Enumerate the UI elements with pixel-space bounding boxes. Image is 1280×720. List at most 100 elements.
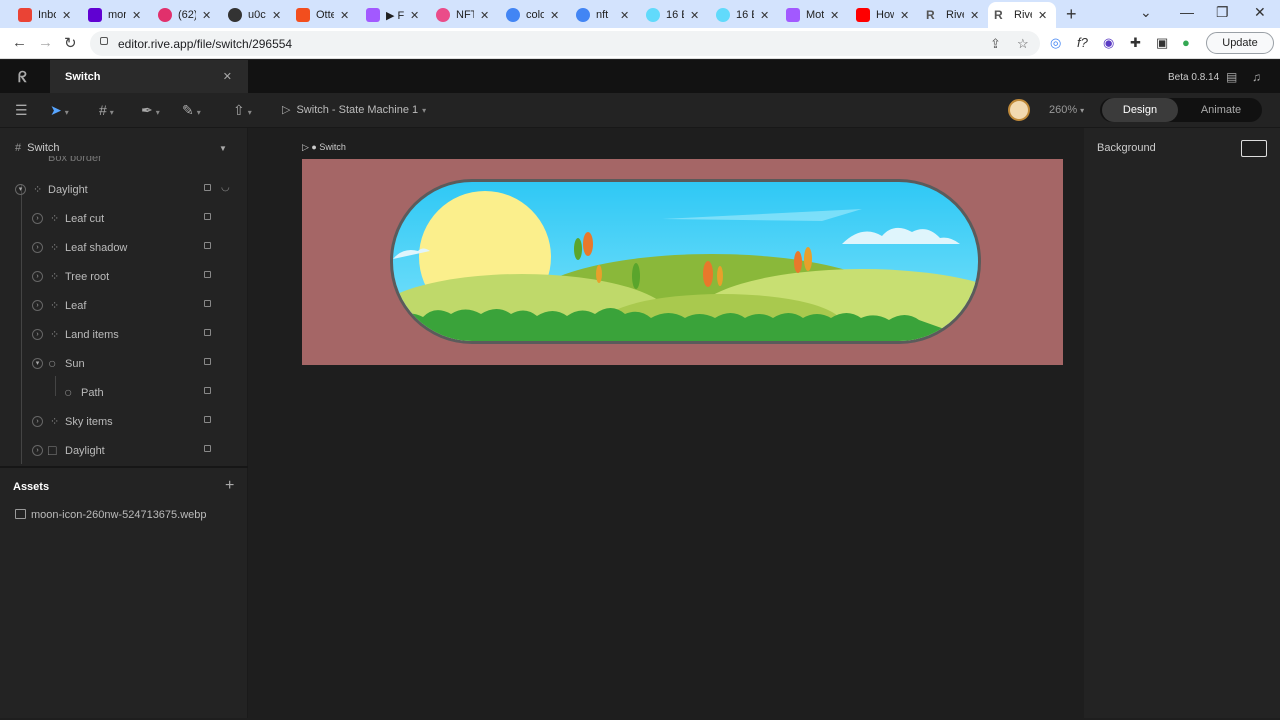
stage-canvas[interactable]: ▷ ● Switch <box>249 128 1083 718</box>
profile-avatar[interactable]: ● <box>1182 35 1190 50</box>
background-color-swatch[interactable] <box>1241 140 1267 157</box>
lock-icon[interactable] <box>204 445 211 452</box>
maximize-icon[interactable]: ❐ <box>1216 4 1229 21</box>
lock-icon[interactable] <box>204 329 211 336</box>
pen-tool-icon[interactable]: ✒ ▾ <box>141 102 160 119</box>
eye-hidden-icon[interactable]: ◡ <box>221 182 230 193</box>
select-tool-icon[interactable]: ➤ ▾ <box>50 102 69 119</box>
close-icon[interactable]: ✕ <box>900 9 909 22</box>
close-icon[interactable]: ✕ <box>760 9 769 22</box>
zoom-level[interactable]: 260% ▾ <box>1049 104 1084 116</box>
lock-icon[interactable] <box>204 387 211 394</box>
browser-tab[interactable]: NFT✕ <box>430 2 495 28</box>
tree-item-daylight-shape[interactable]: › □ Daylight <box>0 437 248 466</box>
design-mode-button[interactable]: Design <box>1102 98 1178 122</box>
close-icon[interactable]: ✕ <box>970 9 979 22</box>
close-icon[interactable]: ✕ <box>132 9 141 22</box>
file-tab[interactable]: Switch ✕ <box>50 60 248 93</box>
lock-icon[interactable] <box>204 300 211 307</box>
expand-icon[interactable]: ▾ <box>32 358 43 369</box>
artboard-label[interactable]: ▷ ● Switch <box>302 142 346 153</box>
browser-tab[interactable]: Otte ✕ <box>290 2 355 28</box>
address-bar[interactable]: editor.rive.app/file/switch/296554 ⇪ ☆ <box>90 31 1040 56</box>
panel-divider[interactable] <box>0 466 248 468</box>
close-icon[interactable]: ✕ <box>202 9 211 22</box>
animate-mode-button[interactable]: Animate <box>1182 98 1260 122</box>
tree-item-leaf[interactable]: › ⁘ Leaf <box>0 292 248 321</box>
browser-tab[interactable]: u0c ✕ <box>222 2 287 28</box>
close-icon[interactable]: ✕ <box>830 9 839 22</box>
puzzle-icon[interactable]: ✚ <box>1130 35 1141 51</box>
tree-item-path[interactable]: ○ Path <box>0 379 248 408</box>
state-machine-selector[interactable]: ▷ Switch - State Machine 1 ▾ <box>282 103 426 116</box>
back-icon[interactable]: ← <box>12 34 27 51</box>
browser-tab[interactable]: RRive✕ <box>920 2 985 28</box>
expand-icon[interactable]: › <box>32 416 43 427</box>
chevron-down-icon[interactable]: ▼ <box>219 144 227 153</box>
browser-tab[interactable]: colo ✕ <box>500 2 565 28</box>
sidepanel-icon[interactable]: ▣ <box>1156 35 1168 51</box>
browser-tab-active[interactable]: RRive✕ <box>988 2 1056 28</box>
tree-item-sky-items[interactable]: › ⁘ Sky items <box>0 408 248 437</box>
lock-icon[interactable] <box>204 184 211 191</box>
tree-item-daylight[interactable]: ▾ ⁘ Daylight ◡ <box>0 176 248 205</box>
forward-icon[interactable]: → <box>38 34 53 51</box>
window-close-icon[interactable]: ✕ <box>1254 4 1266 21</box>
expand-icon[interactable]: › <box>32 271 43 282</box>
extension-ring-icon[interactable]: ◉ <box>1103 35 1114 51</box>
add-asset-button[interactable]: + <box>225 477 234 495</box>
browser-tab[interactable]: nft ✕ <box>570 2 635 28</box>
lock-icon[interactable] <box>204 416 211 423</box>
expand-icon[interactable]: › <box>32 445 43 456</box>
expand-icon[interactable]: › <box>32 329 43 340</box>
share-icon[interactable]: ⇪ <box>990 36 1001 52</box>
close-icon[interactable]: ✕ <box>62 9 71 22</box>
tree-item-leaf-cut[interactable]: › ⁘ Leaf cut <box>0 205 248 234</box>
close-icon[interactable]: ✕ <box>223 70 232 83</box>
close-icon[interactable]: ✕ <box>340 9 349 22</box>
tree-item-tree-root[interactable]: › ⁘ Tree root <box>0 263 248 292</box>
expand-icon[interactable]: ▾ <box>15 184 26 195</box>
tab-search-icon[interactable]: ⌄ <box>1140 4 1152 21</box>
export-icon[interactable]: ⇧ ▾ <box>233 102 252 119</box>
browser-tab[interactable]: Mot ✕ <box>780 2 845 28</box>
browser-tab[interactable]: ▶ F ✕ <box>360 2 425 28</box>
close-icon[interactable]: ✕ <box>1038 9 1047 22</box>
tree-item-leaf-shadow[interactable]: › ⁘ Leaf shadow <box>0 234 248 263</box>
browser-tab[interactable]: (62) ✕ <box>152 2 217 28</box>
lock-icon[interactable] <box>204 358 211 365</box>
close-icon[interactable]: ✕ <box>480 9 489 22</box>
lock-icon[interactable] <box>204 213 211 220</box>
browser-tab[interactable]: How✕ <box>850 2 915 28</box>
asset-item[interactable]: moon-icon-260nw-524713675.webp <box>15 509 207 521</box>
browser-tab[interactable]: 16 E✕ <box>640 2 705 28</box>
expand-icon[interactable]: › <box>32 242 43 253</box>
bookmark-star-icon[interactable]: ☆ <box>1017 36 1029 52</box>
new-tab-button[interactable]: + <box>1066 4 1077 25</box>
extension-colorful-icon[interactable]: ◎ <box>1050 35 1061 51</box>
tree-item-land-items[interactable]: › ⁘ Land items <box>0 321 248 350</box>
tree-item-sun[interactable]: ▾ ○ Sun <box>0 350 248 379</box>
bell-icon[interactable]: ♫ <box>1252 70 1261 84</box>
artboard-tool-icon[interactable]: # ▾ <box>99 102 114 118</box>
bone-tool-icon[interactable]: ✎ ▾ <box>182 102 201 119</box>
lock-icon[interactable] <box>204 242 211 249</box>
reload-icon[interactable]: ↻ <box>64 34 77 52</box>
expand-icon[interactable]: › <box>32 300 43 311</box>
browser-tab[interactable]: 16 E✕ <box>710 2 775 28</box>
close-icon[interactable]: ✕ <box>690 9 699 22</box>
expand-icon[interactable]: › <box>32 213 43 224</box>
close-icon[interactable]: ✕ <box>410 9 419 22</box>
close-icon[interactable]: ✕ <box>620 9 629 22</box>
switch-illustration[interactable] <box>302 159 1063 365</box>
browser-tab[interactable]: Inbox✕ <box>12 2 77 28</box>
hierarchy-root[interactable]: # Switch <box>15 142 60 154</box>
close-icon[interactable]: ✕ <box>550 9 559 22</box>
close-icon[interactable]: ✕ <box>272 9 281 22</box>
browser-tab[interactable]: mor ✕ <box>82 2 147 28</box>
feedback-icon[interactable]: ▤ <box>1226 70 1237 84</box>
avatar[interactable] <box>1008 99 1030 121</box>
function-icon[interactable]: f? <box>1077 35 1088 50</box>
minimize-icon[interactable]: — <box>1180 4 1194 20</box>
artboard[interactable] <box>302 159 1063 365</box>
